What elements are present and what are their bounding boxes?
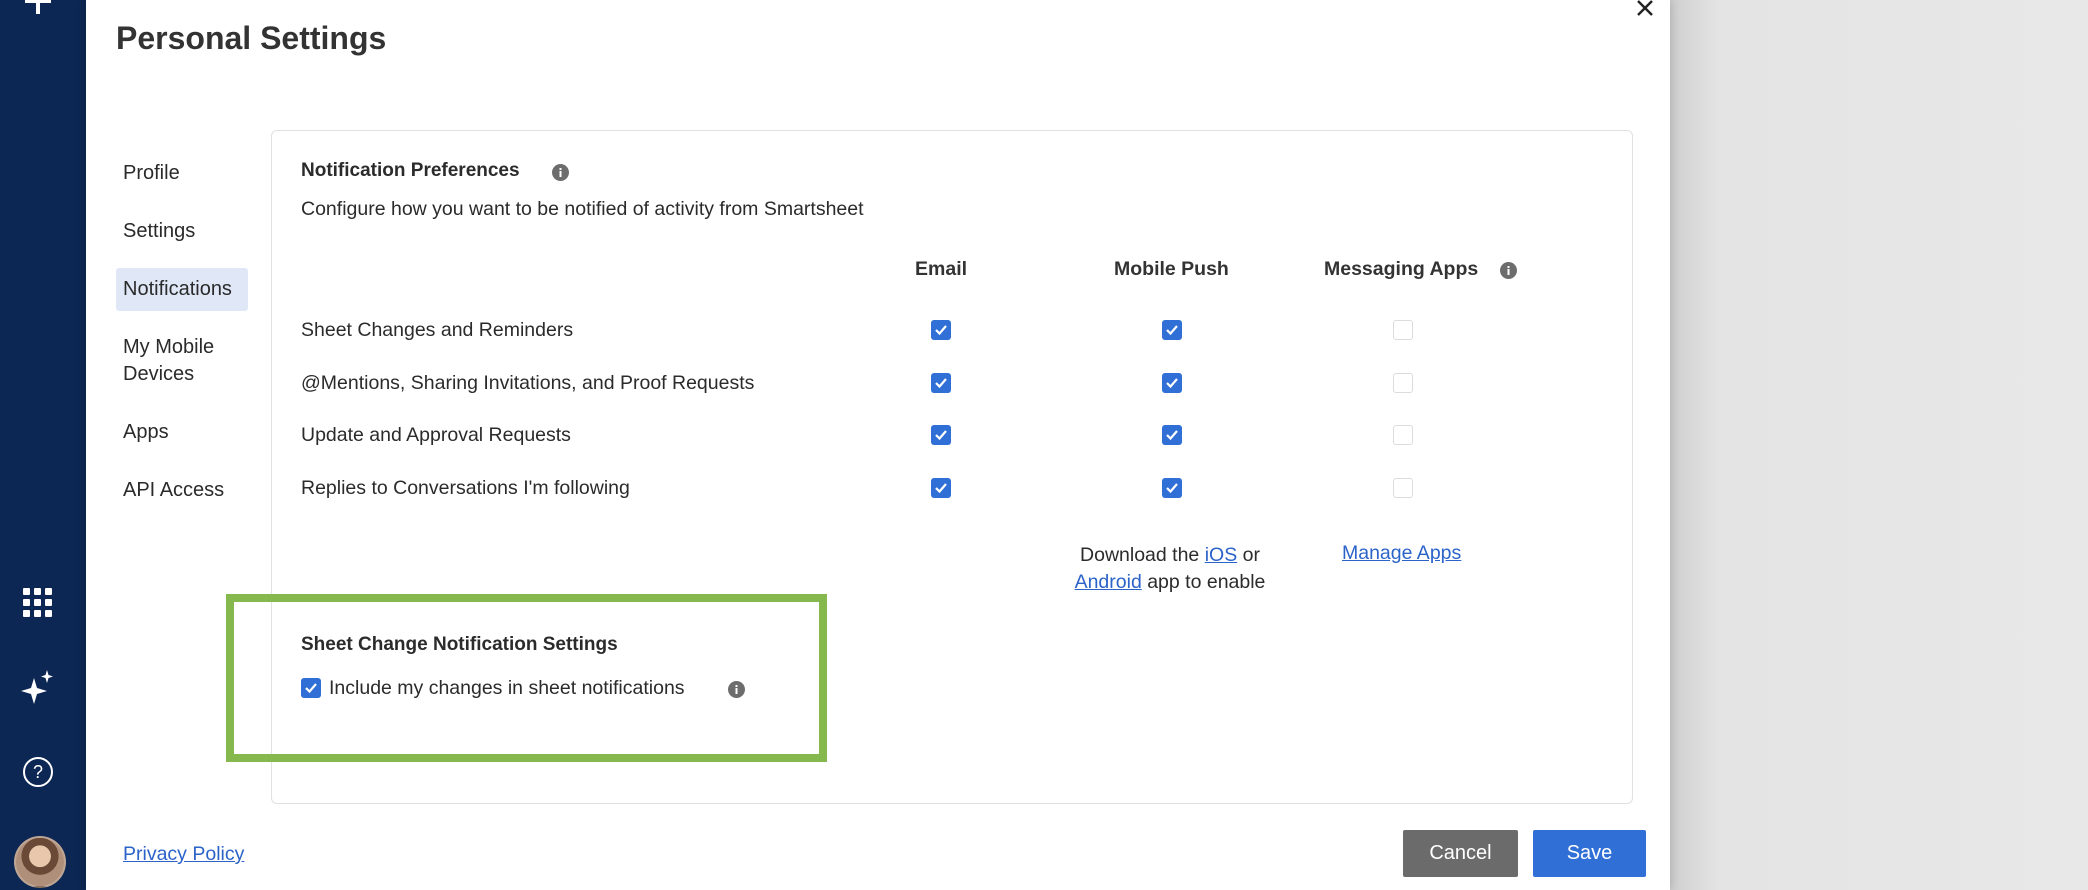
apps-grid-icon[interactable] <box>0 586 76 620</box>
mobile-push-checkbox[interactable] <box>1162 373 1182 393</box>
mobile-push-checkbox[interactable] <box>1162 425 1182 445</box>
info-icon[interactable] <box>1500 262 1517 284</box>
email-checkbox[interactable] <box>931 425 951 445</box>
nav-item-profile[interactable]: Profile <box>116 152 248 195</box>
info-icon[interactable] <box>728 681 745 703</box>
ios-link[interactable]: iOS <box>1205 544 1238 566</box>
save-button[interactable]: Save <box>1533 830 1646 877</box>
app-sidebar: ? <box>0 0 86 890</box>
preference-row-label: Replies to Conversations I'm following <box>301 477 630 499</box>
messaging-apps-checkbox[interactable] <box>1393 320 1413 340</box>
column-header-email: Email <box>915 258 968 280</box>
mobile-push-checkbox[interactable] <box>1162 478 1182 498</box>
checkmark-icon <box>935 483 947 494</box>
page-title: Personal Settings <box>116 20 387 56</box>
checkmark-icon <box>305 683 317 694</box>
svg-text:?: ? <box>33 762 43 782</box>
preference-row-label: @Mentions, Sharing Invitations, and Proo… <box>301 372 755 394</box>
nav-item-apps[interactable]: Apps <box>116 411 248 454</box>
close-icon[interactable] <box>1630 0 1660 22</box>
plus-icon[interactable] <box>0 0 76 16</box>
cancel-button[interactable]: Cancel <box>1403 830 1518 877</box>
include-my-changes-label[interactable]: Include my changes in sheet notification… <box>329 677 685 700</box>
preference-row-label: Update and Approval Requests <box>301 424 571 446</box>
checkmark-icon <box>1166 430 1178 441</box>
avatar[interactable] <box>14 836 66 888</box>
messaging-apps-checkbox[interactable] <box>1393 373 1413 393</box>
nav-item-api-access[interactable]: API Access <box>116 469 248 512</box>
nav-item-my-mobile-devices[interactable]: My Mobile Devices <box>116 326 248 396</box>
nav-item-notifications[interactable]: Notifications <box>116 268 248 311</box>
messaging-apps-checkbox[interactable] <box>1393 478 1413 498</box>
column-header-mobile-push: Mobile Push <box>1114 258 1229 280</box>
email-checkbox[interactable] <box>931 478 951 498</box>
manage-apps-link[interactable]: Manage Apps <box>1342 542 1461 565</box>
notification-preferences-description: Configure how you want to be notified of… <box>301 198 864 220</box>
download-app-note: Download the iOS or Android app to enable <box>1074 544 1266 593</box>
android-link[interactable]: Android <box>1075 571 1142 593</box>
privacy-policy-link[interactable]: Privacy Policy <box>123 843 244 866</box>
info-icon[interactable] <box>552 164 569 186</box>
checkmark-icon <box>1166 378 1178 389</box>
checkmark-icon <box>1166 483 1178 494</box>
email-checkbox[interactable] <box>931 320 951 340</box>
sheet-change-settings-title: Sheet Change Notification Settings <box>301 634 618 655</box>
preference-row-label: Sheet Changes and Reminders <box>301 319 574 341</box>
settings-nav: Profile Settings Notifications My Mobile… <box>116 152 248 527</box>
nav-item-settings[interactable]: Settings <box>116 210 248 253</box>
messaging-apps-checkbox[interactable] <box>1393 425 1413 445</box>
column-header-messaging-apps: Messaging Apps <box>1324 258 1479 280</box>
checkmark-icon <box>935 325 947 336</box>
include-my-changes-checkbox[interactable] <box>301 678 321 698</box>
checkmark-icon <box>935 378 947 389</box>
email-checkbox[interactable] <box>931 373 951 393</box>
help-icon[interactable]: ? <box>0 754 76 790</box>
notification-preferences-title: Notification Preferences <box>301 160 520 181</box>
checkmark-icon <box>1166 325 1178 336</box>
sparkle-icon[interactable] <box>0 668 76 708</box>
checkmark-icon <box>935 430 947 441</box>
backdrop <box>1670 0 2088 890</box>
mobile-push-checkbox[interactable] <box>1162 320 1182 340</box>
